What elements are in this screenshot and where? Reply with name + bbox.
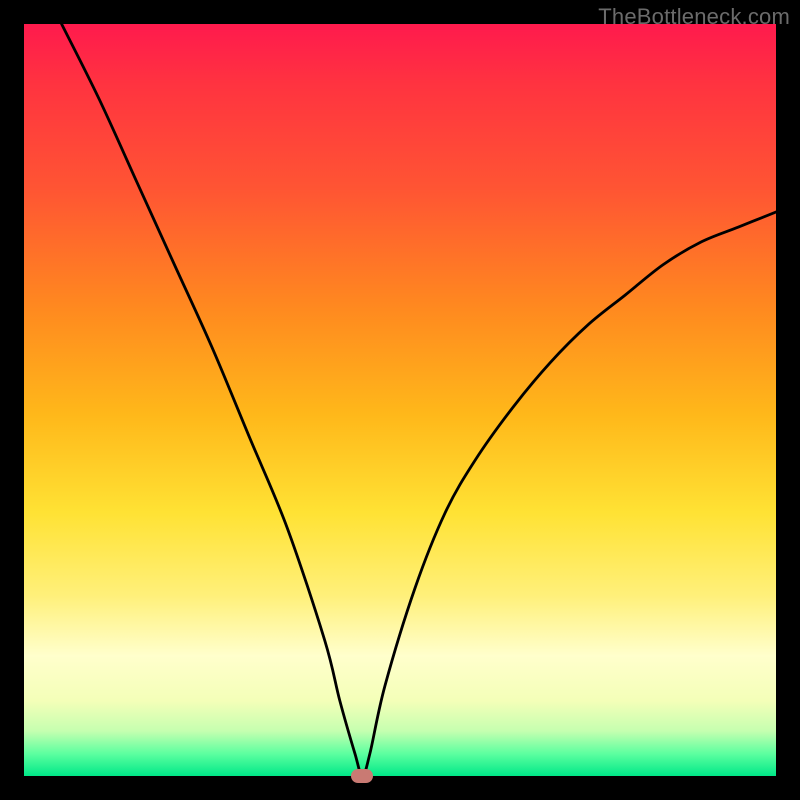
watermark-text: TheBottleneck.com	[598, 4, 790, 30]
optimal-marker	[351, 769, 373, 783]
plot-area	[24, 24, 776, 776]
chart-stage: TheBottleneck.com	[0, 0, 800, 800]
bottleneck-curve	[24, 24, 776, 776]
